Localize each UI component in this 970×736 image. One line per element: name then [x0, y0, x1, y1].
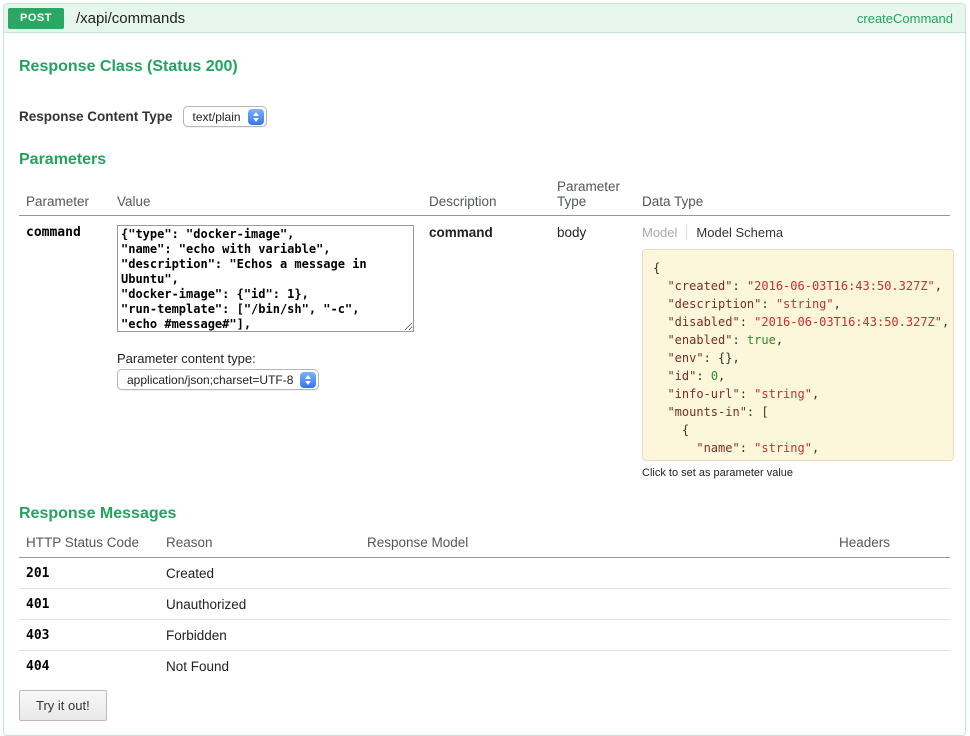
response-code: 401 [26, 597, 166, 612]
operation-content: Response Class (Status 200) Response Con… [4, 33, 965, 735]
parameter-content-type-label: Parameter content type: [117, 351, 429, 366]
response-row: 201 Created [19, 558, 950, 589]
col-parameter-type: Parameter Type [557, 179, 642, 209]
col-parameter: Parameter [26, 194, 117, 209]
tab-model-schema[interactable]: Model Schema [687, 225, 783, 240]
select-stepper-icon [300, 372, 316, 388]
parameters-heading: Parameters [19, 151, 950, 169]
response-content-type-row: Response Content Type text/plain [19, 106, 950, 127]
col-reason: Reason [166, 535, 367, 550]
col-http-status-code: HTTP Status Code [26, 535, 166, 550]
tab-model[interactable]: Model [642, 225, 687, 240]
try-it-out-button[interactable]: Try it out! [19, 690, 107, 721]
response-code: 403 [26, 628, 166, 643]
parameter-description: command [429, 225, 557, 479]
response-row: 401 Unauthorized [19, 589, 950, 620]
response-reason: Created [166, 566, 367, 581]
response-code: 201 [26, 566, 166, 581]
schema-click-hint: Click to set as parameter value [642, 467, 954, 479]
operation-panel: POST /xapi/commands createCommand Respon… [3, 3, 966, 736]
select-stepper-icon [248, 109, 264, 125]
parameters-table-header: Parameter Value Description Parameter Ty… [19, 179, 950, 216]
parameter-row: command {"type": "docker-image", "name":… [19, 216, 950, 479]
col-description: Description [429, 194, 557, 209]
model-schema-snippet[interactable]: { "created": "2016-06-03T16:43:50.327Z",… [642, 249, 954, 461]
parameter-value-cell: {"type": "docker-image", "name": "echo w… [117, 225, 429, 479]
response-reason: Unauthorized [166, 597, 367, 612]
response-row: 403 Forbidden [19, 620, 950, 651]
http-method-badge: POST [8, 8, 64, 29]
operation-nickname-link[interactable]: createCommand [857, 11, 953, 26]
operation-path-link[interactable]: /xapi/commands [76, 10, 185, 27]
data-type-cell: Model Model Schema { "created": "2016-06… [642, 225, 954, 479]
response-content-type-label: Response Content Type [19, 109, 173, 124]
response-content-type-select[interactable]: text/plain [183, 106, 267, 127]
parameter-name: command [26, 225, 117, 479]
response-reason: Forbidden [166, 628, 367, 643]
col-response-model: Response Model [367, 535, 839, 550]
model-tabs: Model Model Schema [642, 225, 954, 240]
response-reason: Not Found [166, 659, 367, 674]
response-content-type-value: text/plain [193, 110, 241, 124]
response-row: 404 Not Found [19, 651, 950, 682]
col-value: Value [117, 194, 429, 209]
response-messages-heading: Response Messages [19, 505, 950, 523]
parameter-content-type-select[interactable]: application/json;charset=UTF-8 [117, 369, 319, 390]
col-data-type: Data Type [642, 194, 950, 209]
operation-heading-bar[interactable]: POST /xapi/commands createCommand [4, 4, 965, 33]
parameter-value-textarea[interactable]: {"type": "docker-image", "name": "echo w… [117, 225, 414, 332]
response-messages-table-header: HTTP Status Code Reason Response Model H… [19, 535, 950, 558]
response-code: 404 [26, 659, 166, 674]
parameter-content-type-value: application/json;charset=UTF-8 [127, 373, 293, 387]
parameter-type: body [557, 225, 642, 479]
response-class-heading: Response Class (Status 200) [19, 33, 950, 76]
col-headers: Headers [839, 535, 950, 550]
